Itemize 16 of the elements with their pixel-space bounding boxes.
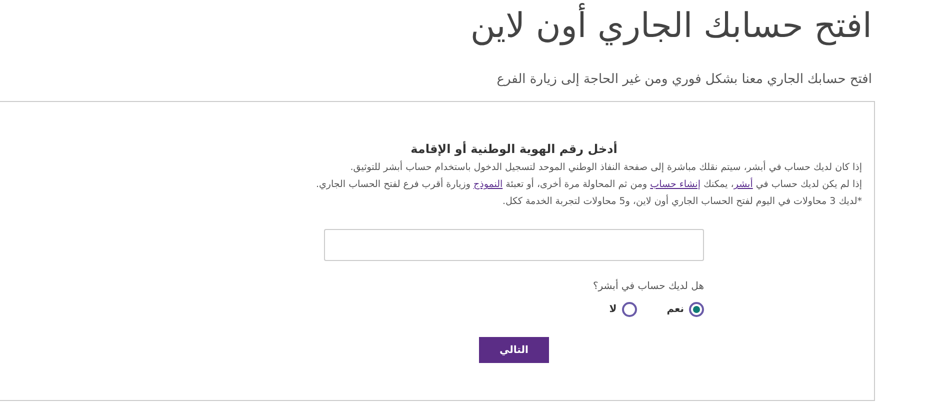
info-paragraph: إذا لم يكن لديك حساب في أبشر، يمكنك إنشاء حساب ومن ثم المحاولة مرة أخرى، أو تعبئة النموذج وزيارة أقرب فرع لفتح الحساب الجاري. [314,179,862,190]
text-link[interactable]: النموذج [473,179,503,190]
page-title: افتح حسابك الجاري أون لاين [0,0,872,48]
radio-option[interactable]: نعم [666,302,704,317]
id-number-field[interactable] [324,229,704,261]
form-heading: أدخل رقم الهوية الوطنية أو الإقامة [410,142,618,156]
text-link[interactable]: أبشر [734,179,753,190]
info-paragraph: *لديك 3 محاولات في اليوم لفتح الحساب الجاري أون لاين، و5 محاولات لتجربة الخدمة ككل. [501,196,862,207]
abshir-question: هل لديك حساب في أبشر؟ [592,281,704,292]
info-paragraph: إذا كان لديك حساب في أبشر، سيتم نقلك مباشرة إلى صفحة النفاذ الوطني الموحد لتسجيل الدخول باستخدام حساب أبشر للتوثيق. [349,162,862,173]
radio-option[interactable]: لا [609,302,637,317]
text-link[interactable]: إنشاء حساب [650,179,700,190]
page-subtitle: افتح حسابك الجاري معنا بشكل فوري ومن غير الحاجة إلى زيارة الفرع [496,72,872,87]
radio-button[interactable] [689,302,704,317]
radio-button[interactable] [622,302,637,317]
next-button[interactable]: التالي [479,337,549,363]
